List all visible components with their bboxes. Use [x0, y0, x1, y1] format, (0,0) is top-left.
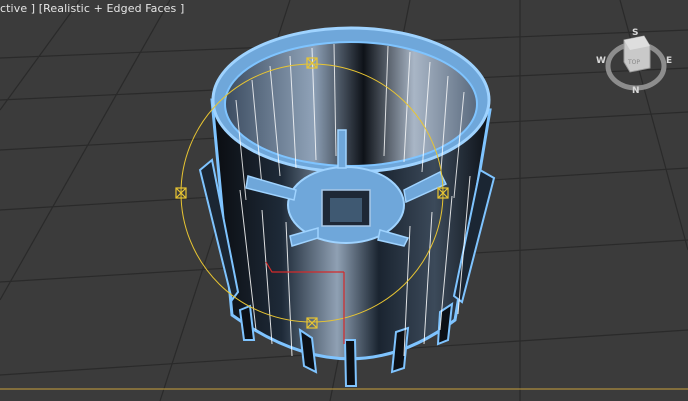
perspective-viewport[interactable]: ctive ] [Realistic + Edged Faces ] TOP W… — [0, 0, 688, 401]
viewport-scene[interactable] — [0, 0, 688, 401]
compass-south: S — [632, 28, 639, 38]
compass-north: N — [632, 86, 640, 96]
compass-west: W — [596, 56, 606, 66]
viewcube-icon[interactable]: TOP W E S N — [596, 28, 676, 100]
viewport-label[interactable]: ctive ] [Realistic + Edged Faces ] — [0, 2, 184, 15]
compass-east: E — [666, 56, 673, 66]
cylinder-object — [198, 26, 496, 387]
viewcube-face-label: TOP — [627, 59, 640, 66]
